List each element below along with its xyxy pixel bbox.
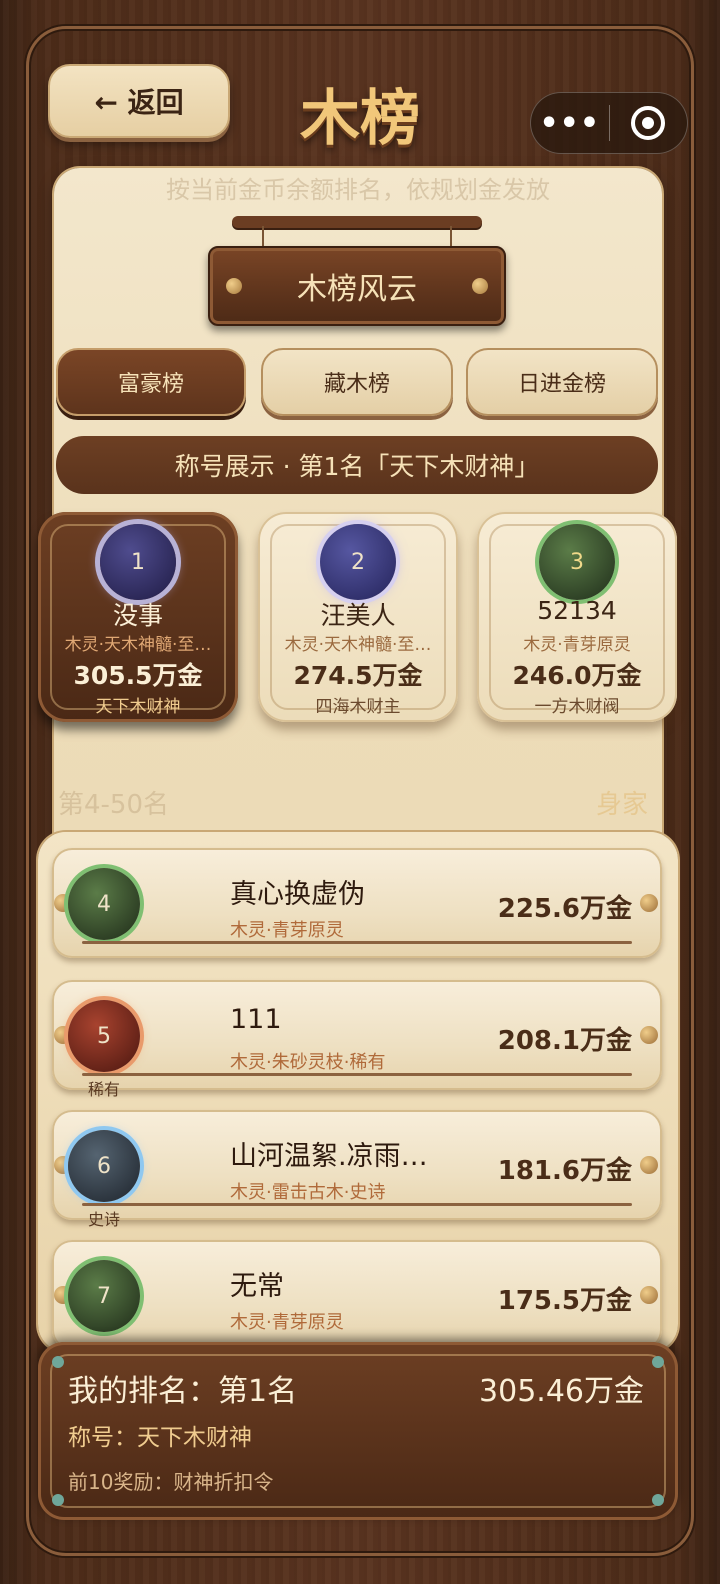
rank-badge: 5 <box>68 1000 140 1072</box>
rank-medal: 2 <box>320 524 396 600</box>
scroll-knob-icon <box>640 1286 658 1304</box>
player-name: 无常 <box>230 1271 284 1302</box>
player-spirit: 木灵·青芽原灵 <box>523 635 631 655</box>
board-title: 木榜风云 <box>297 272 417 307</box>
title-showcase: 称号展示 · 第1名「天下木财神」 <box>56 436 658 494</box>
close-target-icon[interactable] <box>610 106 688 140</box>
player-name: 111 <box>230 1004 282 1035</box>
rarity-label: 史诗 <box>87 1210 120 1229</box>
miniprogram-capsule: ••• <box>530 92 688 154</box>
scroll-knob-icon <box>640 894 658 912</box>
scroll-knob-icon <box>640 1026 658 1044</box>
player-gold: 175.5万金 <box>497 1286 632 1316</box>
corner-rivet-icon <box>52 1356 64 1368</box>
rank-badge: 6 <box>68 1130 140 1202</box>
board-sign: 木榜风云 <box>208 246 506 326</box>
player-gold: 246.0万金 <box>512 661 642 690</box>
my-reward: 前10奖励：财神折扣令 <box>68 1470 274 1494</box>
player-name: 山河温絮.凉雨… <box>230 1141 428 1172</box>
rank-badge: 7 <box>68 1260 140 1332</box>
rank-medal: 3 <box>539 524 615 600</box>
corner-rivet-icon <box>52 1494 64 1506</box>
rank-badge: 4 <box>68 868 140 940</box>
list-item[interactable]: 6 史诗 山河温絮.凉雨… 木灵·雷击古木·史诗 181.6万金 <box>52 1110 662 1229</box>
player-title: 天下木财神 <box>95 697 181 717</box>
rank-medal: 1 <box>100 524 176 600</box>
player-title: 四海木财主 <box>315 697 401 717</box>
tab-label: 藏木榜 <box>323 372 390 397</box>
sign-hanger <box>232 216 482 228</box>
my-ranking-panel: 我的排名：第1名 305.46万金 称号：天下木财神 前10奖励：财神折扣令 <box>38 1342 678 1520</box>
tab-daily-gold[interactable]: 日进金榜 <box>466 348 658 416</box>
player-name: 汪美人 <box>320 601 396 630</box>
more-icon[interactable]: ••• <box>531 106 609 141</box>
player-gold: 181.6万金 <box>497 1156 632 1186</box>
player-name: 真心换虚伪 <box>230 879 365 910</box>
player-spirit: 木灵·青芽原灵 <box>230 1312 344 1333</box>
player-name: 52134 <box>537 596 617 625</box>
back-button[interactable]: ← 返回 <box>48 64 230 138</box>
player-spirit: 木灵·天木神髓·至… <box>284 635 432 655</box>
my-title: 称号：天下木财神 <box>68 1425 252 1451</box>
player-gold: 208.1万金 <box>497 1026 632 1056</box>
nail-icon <box>226 278 242 294</box>
rope-left <box>262 226 264 248</box>
scroll-knob-icon <box>640 1156 658 1174</box>
player-spirit: 木灵·雷击古木·史诗 <box>230 1182 386 1203</box>
tab-collection[interactable]: 藏木榜 <box>261 348 453 416</box>
player-gold: 305.5万金 <box>73 661 203 690</box>
player-spirit: 木灵·朱砂灵枝·稀有 <box>230 1052 386 1073</box>
list-item[interactable]: 5 稀有 111 木灵·朱砂灵枝·稀有 208.1万金 <box>52 980 662 1099</box>
player-gold: 274.5万金 <box>293 661 423 690</box>
section-label-rank: 第4-50名 <box>58 790 170 820</box>
title-showcase-text: 称号展示 · 第1名「天下木财神」 <box>174 452 540 481</box>
ranking-notice: 按当前金币余额排名，依规划金发放 <box>166 176 550 204</box>
my-rank: 我的排名：第1名 <box>68 1374 298 1409</box>
tab-rich[interactable]: 富豪榜 <box>56 348 246 416</box>
tab-label: 日进金榜 <box>517 372 606 397</box>
section-label-wealth: 身家 <box>595 790 648 820</box>
podium-rank-2[interactable]: 2 汪美人 木灵·天木神髓·至… 274.5万金 四海木财主 <box>258 512 458 722</box>
player-spirit: 木灵·青芽原灵 <box>230 920 344 941</box>
player-title: 一方木财阀 <box>534 697 620 717</box>
player-spirit: 木灵·天木神髓·至… <box>64 635 212 655</box>
tab-label: 富豪榜 <box>117 372 184 397</box>
podium-rank-1[interactable]: 1 没事 木灵·天木神髓·至… 305.5万金 天下木财神 <box>38 512 238 722</box>
player-name: 没事 <box>112 601 163 630</box>
rarity-label: 稀有 <box>87 1080 120 1099</box>
corner-rivet-icon <box>652 1494 664 1506</box>
list-item[interactable]: 7 无常 木灵·青芽原灵 175.5万金 <box>52 1240 662 1350</box>
back-label: ← 返回 <box>94 86 184 119</box>
page-title: 木榜 <box>300 84 420 154</box>
corner-rivet-icon <box>652 1356 664 1368</box>
podium-rank-3[interactable]: 3 52134 木灵·青芽原灵 246.0万金 一方木财阀 <box>477 512 677 722</box>
list-item[interactable]: 4 真心换虚伪 木灵·青芽原灵 225.6万金 <box>52 848 662 958</box>
nail-icon <box>472 278 488 294</box>
player-gold: 225.6万金 <box>497 894 632 924</box>
my-gold: 305.46万金 <box>479 1374 644 1409</box>
rope-right <box>450 226 452 248</box>
